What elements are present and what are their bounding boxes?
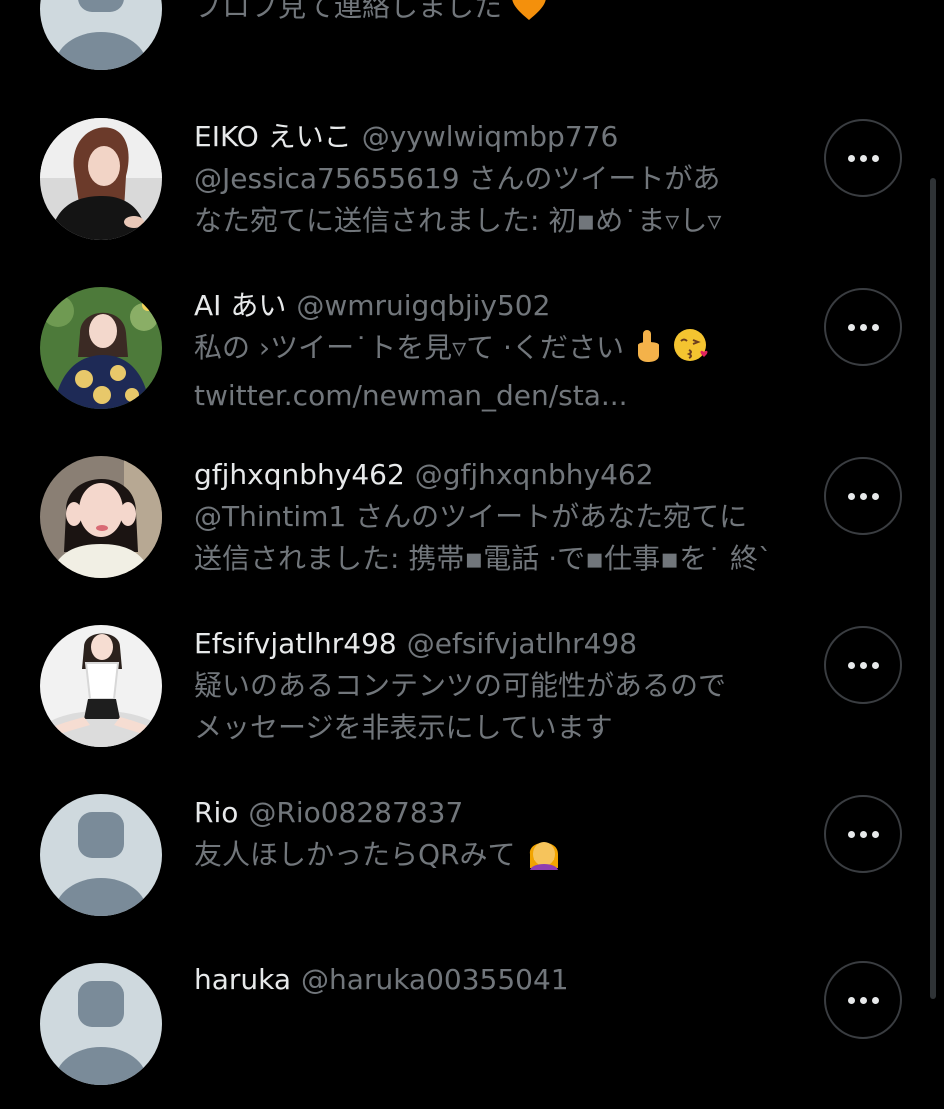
message-text: 私の ›ツイー˙トを見▿て ·ください bbox=[194, 331, 624, 364]
kissing-face-emoji-icon bbox=[672, 327, 712, 375]
message-preview-line2: なた宛てに送信されました: 初▪め˙ま▿し▿ bbox=[194, 204, 722, 237]
user-handle: @gfjhxqnbhy462 bbox=[414, 458, 654, 491]
dm-row[interactable]: gfjhxqnbhy462 @gfjhxqnbhy462 @Thintim1 さん… bbox=[0, 434, 920, 602]
message-preview-line1: @Thintim1 さんのツイートがあなた宛てに bbox=[194, 500, 748, 533]
dm-row[interactable]: AI あい @wmruigqbjiy502 私の ›ツイー˙トを見▿て ·ください bbox=[0, 265, 920, 433]
more-icon bbox=[847, 830, 879, 838]
dm-row[interactable]: Efsifvjatlhr498 @efsifvjatlhr498 疑いのあるコンテ… bbox=[0, 603, 920, 771]
user-handle: @yywlwiqmbp776 bbox=[361, 120, 619, 153]
avatar[interactable] bbox=[40, 625, 162, 747]
message-text: 友人ほしかったらQRみて bbox=[194, 838, 516, 871]
message-text: プロフ見て連絡しました bbox=[194, 0, 503, 23]
profile-photo bbox=[40, 625, 162, 747]
profile-photo bbox=[40, 456, 162, 578]
more-icon bbox=[847, 154, 879, 162]
dm-list: プロフ見て連絡しました EIKO えいこ @yywlwiqmbp776 @Jes… bbox=[0, 0, 944, 1085]
user-handle: @Rio08287837 bbox=[248, 796, 464, 829]
dm-preview: プロフ見て連絡しました bbox=[194, 0, 794, 34]
default-avatar-icon bbox=[40, 963, 162, 1085]
display-name: Rio bbox=[194, 796, 239, 829]
message-preview-line1: 疑いのあるコンテンツの可能性があるので bbox=[194, 669, 727, 702]
message-preview-line1: 友人ほしかったらQRみて bbox=[194, 834, 794, 882]
display-name: haruka bbox=[194, 963, 292, 996]
message-preview-line2: 送信されました: 携帯▪電話 ·で▪仕事▪を˙ 終` bbox=[194, 542, 772, 575]
dm-row[interactable]: EIKO えいこ @yywlwiqmbp776 @Jessica75655619 … bbox=[0, 96, 920, 264]
dm-row[interactable]: haruka @haruka00355041 bbox=[0, 941, 920, 1109]
more-options-button[interactable] bbox=[824, 457, 902, 535]
dm-preview: Rio @Rio08287837 友人ほしかったらQRみて bbox=[194, 792, 794, 882]
avatar[interactable] bbox=[40, 0, 162, 70]
message-preview-line1: 私の ›ツイー˙トを見▿て ·ください bbox=[194, 327, 794, 375]
avatar[interactable] bbox=[40, 456, 162, 578]
dm-preview: EIKO えいこ @yywlwiqmbp776 @Jessica75655619 … bbox=[194, 116, 794, 242]
dm-preview: gfjhxqnbhy462 @gfjhxqnbhy462 @Thintim1 さん… bbox=[194, 454, 794, 580]
dm-preview: haruka @haruka00355041 bbox=[194, 959, 794, 1001]
dm-preview: AI あい @wmruigqbjiy502 私の ›ツイー˙トを見▿て ·ください bbox=[194, 285, 794, 417]
more-icon bbox=[847, 323, 879, 331]
display-name: AI あい bbox=[194, 289, 287, 322]
more-options-button[interactable] bbox=[824, 795, 902, 873]
display-name: gfjhxqnbhy462 bbox=[194, 458, 405, 491]
more-options-button[interactable] bbox=[824, 119, 902, 197]
dm-row[interactable]: プロフ見て連絡しました bbox=[0, 0, 920, 104]
default-avatar-icon bbox=[40, 0, 162, 70]
more-options-button[interactable] bbox=[824, 626, 902, 704]
facepalm-emoji-icon bbox=[524, 834, 564, 882]
message-preview-line2: メッセージを非表示にしています bbox=[194, 711, 613, 744]
pointing-up-emoji-icon bbox=[633, 329, 663, 375]
message-preview-line2: twitter.com/newman_den/sta... bbox=[194, 379, 628, 412]
user-handle: @efsifvjatlhr498 bbox=[406, 627, 638, 660]
orange-heart-icon bbox=[511, 0, 547, 34]
more-icon bbox=[847, 661, 879, 669]
more-icon bbox=[847, 492, 879, 500]
default-avatar-icon bbox=[40, 794, 162, 916]
display-name: Efsifvjatlhr498 bbox=[194, 627, 397, 660]
profile-photo bbox=[40, 287, 162, 409]
dm-preview: Efsifvjatlhr498 @efsifvjatlhr498 疑いのあるコンテ… bbox=[194, 623, 794, 749]
profile-photo bbox=[40, 118, 162, 240]
message-preview-line1: プロフ見て連絡しました bbox=[194, 0, 794, 34]
more-icon bbox=[847, 996, 879, 1004]
user-handle: @haruka00355041 bbox=[301, 963, 569, 996]
user-handle: @wmruigqbjiy502 bbox=[296, 289, 551, 322]
more-options-button[interactable] bbox=[824, 961, 902, 1039]
avatar[interactable] bbox=[40, 794, 162, 916]
display-name: EIKO えいこ bbox=[194, 120, 352, 153]
more-options-button[interactable] bbox=[824, 288, 902, 366]
dm-row[interactable]: Rio @Rio08287837 友人ほしかったらQRみて bbox=[0, 772, 920, 940]
avatar[interactable] bbox=[40, 118, 162, 240]
avatar[interactable] bbox=[40, 963, 162, 1085]
avatar[interactable] bbox=[40, 287, 162, 409]
message-preview-line1: @Jessica75655619 さんのツイートがあ bbox=[194, 162, 721, 195]
scrollbar[interactable] bbox=[930, 178, 936, 999]
